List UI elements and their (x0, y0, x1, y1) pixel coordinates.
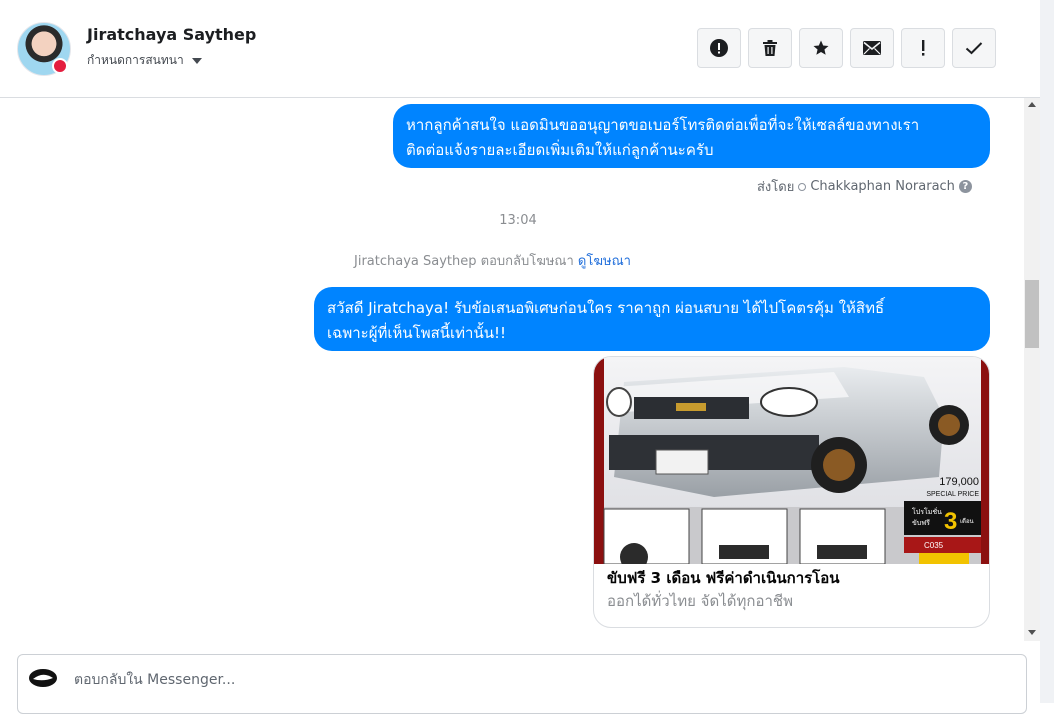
envelope-icon (863, 41, 881, 55)
sent-by-agent: Chakkaphan Norarach (810, 179, 955, 194)
follow-up-button[interactable] (901, 28, 945, 68)
reply-input[interactable] (72, 667, 976, 693)
header-actions (697, 28, 996, 68)
star-icon (813, 40, 829, 55)
mark-unread-button[interactable] (850, 28, 894, 68)
ad-card-title: ขับฟรี 3 เดือน ฟรีค่าดำเนินการโอน (607, 569, 840, 587)
assign-label: กำหนดการสนทนา (87, 53, 184, 67)
ad-reply-notice: Jiratchaya Saythep ตอบกลับโฆษณา ดูโฆษณา (354, 250, 631, 271)
ad-price-label: SPECIAL PRICE (926, 491, 979, 498)
scrollbar-thumb[interactable] (1025, 280, 1039, 348)
ad-price: 179,000 (939, 476, 979, 488)
sent-by-label: ส่งโดย (757, 180, 795, 195)
sent-by-row: ส่งโดย Chakkaphan Norarach ? (757, 176, 972, 197)
page-icon (798, 182, 807, 191)
caret-down-icon (191, 57, 202, 64)
ad-promo-number: 3 (944, 508, 957, 535)
scroll-down-icon[interactable] (1028, 630, 1036, 635)
page-avatar-icon (29, 669, 57, 687)
message-line: สวัสดี Jiratchaya! รับข้อเสนอพิเศษก่อนใค… (327, 299, 885, 317)
ad-card[interactable]: 179,000 SPECIAL PRICE โปรโมชั่น ขับฟรี 3… (593, 356, 990, 628)
avatar-status-badge (52, 58, 68, 74)
window-edge (1040, 0, 1054, 703)
message-timestamp: 13:04 (499, 213, 537, 228)
message-thread: หากลูกค้าสนใจ แอดมินขออนุญาตขอเบอร์โทรติ… (0, 98, 1024, 641)
outgoing-message[interactable]: หากลูกค้าสนใจ แอดมินขออนุญาตขอเบอร์โทรติ… (393, 104, 990, 168)
message-line: หากลูกค้าสนใจ แอดมินขออนุญาตขอเบอร์โทรติ… (406, 116, 920, 134)
conversation-header: Jiratchaya Saythep กำหนดการสนทนา (0, 0, 1040, 98)
alert-circle-icon (710, 39, 728, 57)
assign-conversation-dropdown[interactable]: กำหนดการสนทนา (87, 51, 202, 70)
spam-button[interactable] (697, 28, 741, 68)
ad-card-image: 179,000 SPECIAL PRICE โปรโมชั่น ขับฟรี 3… (594, 357, 989, 564)
ad-promo-prefix: โปรโมชั่น (912, 507, 942, 516)
trash-icon (763, 40, 777, 56)
outgoing-message[interactable]: สวัสดี Jiratchaya! รับข้อเสนอพิเศษก่อนใค… (314, 287, 990, 351)
contact-name[interactable]: Jiratchaya Saythep (87, 25, 256, 44)
ad-promo-unit: เดือน (960, 517, 974, 525)
star-button[interactable] (799, 28, 843, 68)
reply-composer[interactable] (17, 654, 1027, 714)
thread-scrollbar[interactable] (1024, 98, 1040, 641)
message-line: ติดต่อแจ้งรายละเอียดเพิ่มเติมให้แก่ลูกค้… (406, 141, 714, 159)
view-ad-link[interactable]: ดูโฆษณา (578, 254, 631, 269)
scroll-up-icon[interactable] (1028, 102, 1036, 107)
ad-card-subtitle: ออกได้ทั่วไทย จัดได้ทุกอาชีพ (607, 592, 793, 610)
help-icon[interactable]: ? (958, 180, 972, 193)
message-line: เฉพาะผู้ที่เห็นโพสนี้เท่านั้น!! (327, 324, 506, 342)
ad-promo-free: ขับฟรี (912, 519, 930, 527)
delete-button[interactable] (748, 28, 792, 68)
check-icon (965, 42, 983, 55)
mark-done-button[interactable] (952, 28, 996, 68)
ad-reply-text: Jiratchaya Saythep ตอบกลับโฆษณา (354, 254, 574, 269)
ad-code: C035 (924, 541, 944, 550)
exclamation-icon (922, 40, 925, 56)
